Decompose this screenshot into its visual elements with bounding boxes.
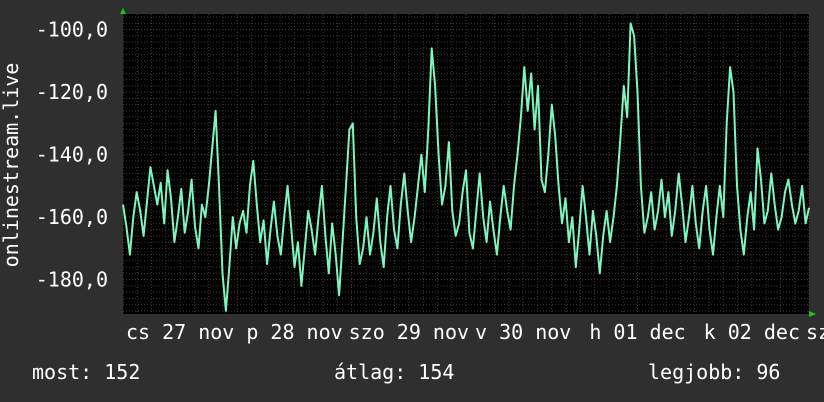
x-tick-label: p 28 nov <box>246 320 342 344</box>
average-value: átlag: 154 <box>334 360 455 384</box>
x-tick-label: k 02 dec <box>704 320 800 344</box>
y-tick-labels: -100,0 -120,0 -140,0 -160,0 -180,0 <box>36 18 108 292</box>
line-chart: -100,0 -120,0 -140,0 -160,0 -180,0 cs 27 nov… <box>0 8 824 344</box>
stats-footer: most: 152 átlag: 154 legjobb: 96 <box>0 360 824 390</box>
x-tick-label: h 01 dec <box>589 320 685 344</box>
x-tick-labels: cs 27 nov p 28 nov szo 29 nov v 30 nov h 01 … <box>126 320 824 344</box>
x-tick-label: cs 27 nov <box>126 320 234 344</box>
y-tick-label: -140,0 <box>36 143 108 167</box>
y-tick-label: -180,0 <box>36 268 108 292</box>
y-tick-label: -160,0 <box>36 205 108 229</box>
best-value: legjobb: 96 <box>648 360 781 384</box>
y-tick-label: -100,0 <box>36 18 108 42</box>
y-axis-arrow-icon <box>120 8 126 14</box>
current-value: most: 152 <box>32 360 141 384</box>
x-tick-label: szo 29 nov <box>349 320 469 344</box>
x-axis-arrow-icon <box>809 311 816 317</box>
x-tick-label: v 30 nov <box>475 320 571 344</box>
y-axis-label: onlinestream.live <box>0 63 23 268</box>
y-tick-label: -120,0 <box>36 80 108 104</box>
x-tick-label: sze 03 dec <box>806 320 824 344</box>
